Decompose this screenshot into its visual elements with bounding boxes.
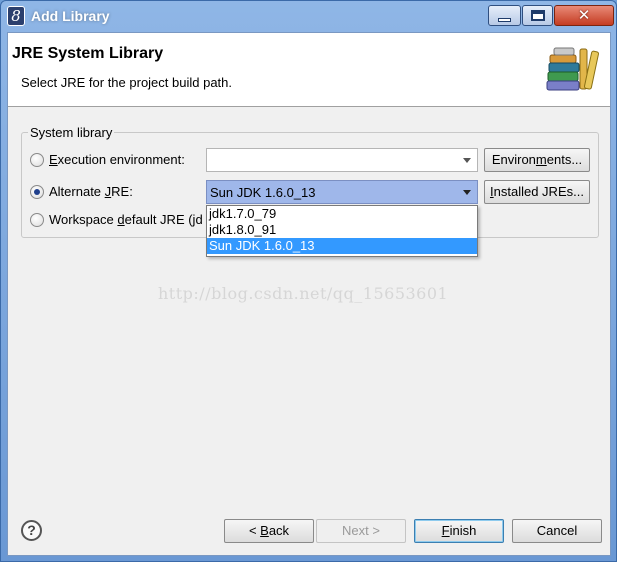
title-bar[interactable]: 8 Add Library ✕ <box>1 1 616 32</box>
finish-button[interactable]: Finish <box>414 519 504 543</box>
alternate-jre-radio[interactable] <box>30 185 44 199</box>
execution-environment-combo[interactable] <box>206 148 478 172</box>
page-title: JRE System Library <box>12 45 164 62</box>
execution-environment-radio[interactable] <box>30 153 44 167</box>
minimize-icon <box>498 17 511 22</box>
dialog-body: JRE System Library Select JRE for the pr… <box>7 32 611 556</box>
workspace-default-jre-radio[interactable] <box>30 213 44 227</box>
jre-option-selected[interactable]: Sun JDK 1.6.0_13 <box>207 238 477 254</box>
alternate-jre-combo[interactable]: Sun JDK 1.6.0_13 <box>206 180 478 204</box>
environments-button[interactable]: Environments... <box>484 148 590 172</box>
jre-option[interactable]: jdk1.7.0_79 <box>207 206 477 222</box>
workspace-default-jre-label[interactable]: Workspace default JRE (jd <box>49 212 203 227</box>
chevron-down-icon <box>463 190 471 195</box>
app-icon: 8 <box>7 6 25 26</box>
maximize-button[interactable] <box>522 5 553 26</box>
jre-dropdown-list: jdk1.7.0_79 jdk1.8.0_91 Sun JDK 1.6.0_13 <box>206 205 478 257</box>
dialog-header: JRE System Library Select JRE for the pr… <box>8 33 610 107</box>
close-button[interactable]: ✕ <box>554 5 614 26</box>
close-icon: ✕ <box>577 7 591 24</box>
watermark: http://blog.csdn.net/qq_15653601 <box>158 284 449 303</box>
execution-environment-label[interactable]: Execution environment: <box>49 152 185 167</box>
alternate-jre-label[interactable]: Alternate JRE: <box>49 184 133 199</box>
alternate-jre-value: Sun JDK 1.6.0_13 <box>210 185 316 200</box>
window-title: Add Library <box>31 8 110 24</box>
jre-option[interactable]: jdk1.8.0_91 <box>207 222 477 238</box>
cancel-button[interactable]: Cancel <box>512 519 602 543</box>
library-books-icon <box>546 47 599 91</box>
next-button[interactable]: Next > <box>316 519 406 543</box>
add-library-window: 8 Add Library ✕ JRE System Library Selec… <box>0 0 617 562</box>
minimize-button[interactable] <box>488 5 521 26</box>
maximize-icon <box>530 10 545 21</box>
page-description: Select JRE for the project build path. <box>21 75 233 90</box>
chevron-down-icon <box>463 158 471 163</box>
help-icon[interactable]: ? <box>21 520 42 541</box>
system-library-legend: System library <box>28 125 115 140</box>
installed-jres-button[interactable]: Installed JREs... <box>484 180 590 204</box>
back-button[interactable]: < Back <box>224 519 314 543</box>
